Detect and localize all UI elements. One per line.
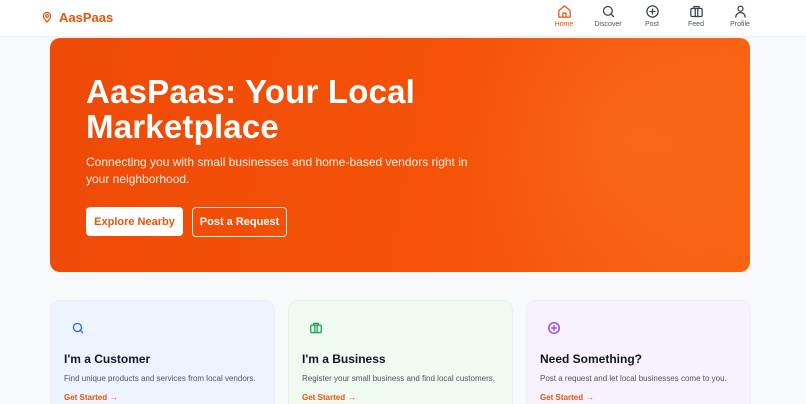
get-started-label: Get Started <box>302 393 346 402</box>
briefcase-icon <box>310 322 322 334</box>
get-started-link[interactable]: Get Started → <box>302 393 356 402</box>
get-started-label: Get Started <box>540 393 584 402</box>
card-title: I'm a Customer <box>64 352 151 366</box>
nav-item-feed[interactable]: Feed <box>674 4 718 28</box>
get-started-link[interactable]: Get Started → <box>64 393 118 402</box>
arrow-right-icon: → <box>586 393 595 402</box>
nav-item-profile[interactable]: Profile <box>718 4 762 28</box>
brand-name: AasPaas <box>59 9 114 25</box>
get-started-link[interactable]: Get Started → <box>540 393 594 402</box>
card-business[interactable]: I'm a Business Register your small busin… <box>288 300 513 404</box>
nav-item-home[interactable]: Home <box>542 4 586 28</box>
hero-subtitle: Connecting you with small businesses and… <box>86 155 468 186</box>
home-icon <box>557 5 571 18</box>
brand-logo[interactable]: AasPaas <box>41 8 113 26</box>
map-pin-icon <box>42 11 52 23</box>
card-description: Post a request and let local businesses … <box>540 374 727 383</box>
card-customer[interactable]: I'm a Customer Find unique products and … <box>50 300 275 404</box>
nav-label-home: Home <box>554 21 574 28</box>
hero-banner: AasPaas: Your Local Marketplace Connecti… <box>50 38 750 272</box>
search-icon <box>602 5 614 18</box>
nav-label-post: Post <box>644 21 659 28</box>
top-navigation-bar: AasPaas Home Discover Post Feed Profile <box>0 0 806 37</box>
plus-circle-icon <box>645 5 659 18</box>
nav-label-feed: Feed <box>688 21 704 28</box>
hero-title: AasPaas: Your Local Marketplace <box>86 73 416 145</box>
nav-item-post[interactable]: Post <box>630 4 674 28</box>
arrow-right-icon: → <box>348 393 357 402</box>
main-nav: Home Discover Post Feed Profile <box>542 4 762 28</box>
briefcase-icon <box>689 5 703 18</box>
nav-label-profile: Profile <box>730 21 750 28</box>
card-title: I'm a Business <box>302 352 386 366</box>
card-request[interactable]: Need Something? Post a request and let l… <box>526 300 751 404</box>
user-icon <box>734 5 746 18</box>
nav-label-discover: Discover <box>594 21 622 28</box>
post-request-button[interactable]: Post a Request <box>192 207 287 237</box>
plus-circle-icon <box>548 322 560 334</box>
card-description: Find unique products and services from l… <box>64 374 256 383</box>
card-description: Register your small business and find lo… <box>302 374 495 383</box>
get-started-label: Get Started <box>64 393 108 402</box>
nav-item-discover[interactable]: Discover <box>586 4 630 28</box>
explore-nearby-button[interactable]: Explore Nearby <box>86 207 183 236</box>
arrow-right-icon: → <box>110 393 119 402</box>
search-icon <box>72 322 84 334</box>
card-title: Need Something? <box>540 352 643 366</box>
